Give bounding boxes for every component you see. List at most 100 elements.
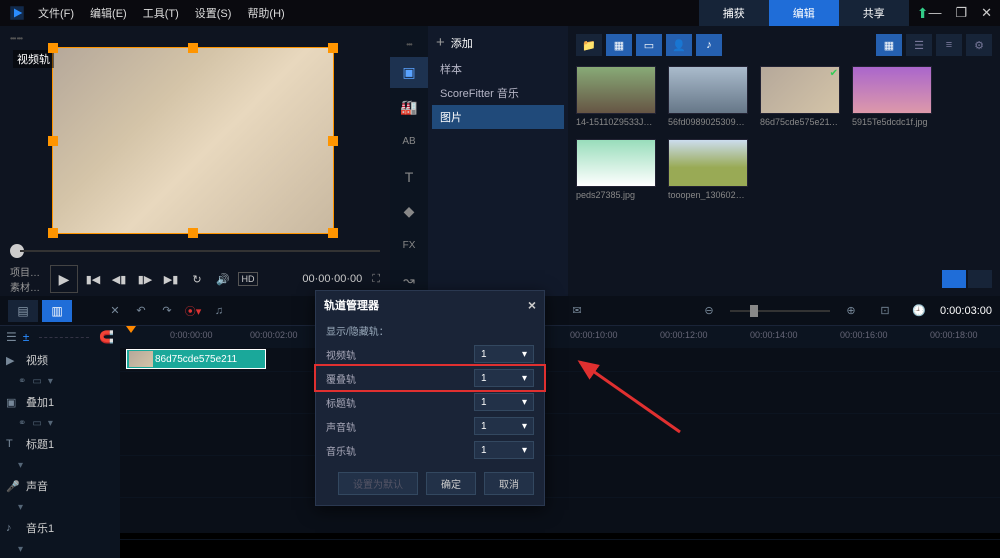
upload-icon[interactable]: ⬆: [917, 5, 929, 22]
zoom-in-icon[interactable]: ⊕: [838, 300, 864, 322]
material-label[interactable]: 素材…: [10, 279, 40, 294]
resize-handle[interactable]: [328, 228, 338, 238]
thumb-item[interactable]: 14-15110Z9533JR.jpg: [576, 66, 656, 127]
thumb-item[interactable]: ✔86d75cde575e211d5...: [760, 66, 840, 127]
tab-edit[interactable]: 编辑: [769, 0, 839, 26]
redo-icon[interactable]: ↷: [154, 300, 180, 322]
clock-icon[interactable]: 🕘: [906, 300, 932, 322]
menu-edit[interactable]: 编辑(E): [90, 5, 127, 21]
panel-toggle-left[interactable]: [942, 270, 966, 288]
track-sub[interactable]: ⚭▭▾: [0, 414, 120, 432]
view-thumb-icon[interactable]: ▦: [876, 34, 902, 56]
scrubber[interactable]: [10, 244, 380, 258]
add-label[interactable]: 添加: [451, 35, 473, 51]
next-button[interactable]: ▶▮: [160, 268, 182, 290]
lib-sample[interactable]: 样本: [432, 57, 564, 81]
filter-all-icon[interactable]: ▦: [606, 34, 632, 56]
undo-icon[interactable]: ↶: [128, 300, 154, 322]
track-overlay-header[interactable]: ▣叠加1: [0, 390, 120, 414]
row-select[interactable]: 1▾: [474, 417, 534, 435]
resize-handle[interactable]: [48, 43, 58, 53]
thumb-item[interactable]: peds27385.jpg: [576, 139, 656, 200]
lib-images[interactable]: 图片: [432, 105, 564, 129]
frame-fwd-button[interactable]: ▮▶: [134, 268, 156, 290]
track-music-lane[interactable]: [120, 516, 1000, 540]
resize-handle[interactable]: [328, 43, 338, 53]
sort-icon[interactable]: ≡: [936, 34, 962, 56]
hd-button[interactable]: HD: [238, 272, 258, 286]
zoom-knob[interactable]: [750, 305, 758, 317]
cancel-button[interactable]: 取消: [484, 472, 534, 495]
media-icon[interactable]: ▣: [390, 57, 428, 88]
tab-share[interactable]: 共享: [839, 0, 909, 26]
menu-tools[interactable]: 工具(T): [143, 5, 179, 21]
track-voice-lane[interactable]: [120, 474, 1000, 498]
track-voice-header[interactable]: 🎤声音: [0, 474, 120, 498]
options-icon[interactable]: ⚙: [966, 34, 992, 56]
volume-button[interactable]: 🔊: [212, 268, 234, 290]
time-ruler[interactable]: 0:00:00:00 00:00:02:00 00:00:04:00 00:00…: [120, 326, 1000, 348]
filter-video-icon[interactable]: ▭: [636, 34, 662, 56]
track-video-header[interactable]: ▶视频: [0, 348, 120, 372]
menu-help[interactable]: 帮助(H): [247, 5, 284, 21]
timeline-mode-icon[interactable]: ▥: [42, 300, 72, 322]
track-title-lane[interactable]: [120, 432, 1000, 456]
playhead-icon[interactable]: [126, 326, 136, 333]
fit-icon[interactable]: ⊡: [872, 300, 898, 322]
import-folder-icon[interactable]: 📁: [576, 34, 602, 56]
menu-settings[interactable]: 设置(S): [195, 5, 232, 21]
graphic-icon[interactable]: ◆: [390, 196, 428, 227]
close-button[interactable]: ✕: [981, 5, 992, 21]
track-sub[interactable]: ⚭▭▾: [0, 372, 120, 390]
restore-button[interactable]: ❐: [955, 5, 967, 21]
lib-scorefitter[interactable]: ScoreFitter 音乐: [432, 81, 564, 105]
track-sub[interactable]: ▾: [0, 540, 120, 558]
audio-mixer-icon[interactable]: ♫: [206, 300, 232, 322]
storyboard-mode-icon[interactable]: ▤: [8, 300, 38, 322]
project-label[interactable]: 项目…: [10, 264, 40, 279]
thumb-item[interactable]: tooopen_13060231.jpg: [668, 139, 748, 200]
filter-icon[interactable]: FX: [390, 231, 428, 262]
play-button[interactable]: ▶: [50, 265, 78, 293]
filter-photo-icon[interactable]: 👤: [666, 34, 692, 56]
video-clip[interactable]: 86d75cde575e211: [126, 349, 266, 369]
prev-button[interactable]: ▮◀: [82, 268, 104, 290]
resize-handle[interactable]: [48, 228, 58, 238]
row-select[interactable]: 1▾: [474, 345, 534, 363]
snap-icon[interactable]: 🧲: [99, 330, 114, 344]
view-list-icon[interactable]: ☰: [906, 34, 932, 56]
zoom-out-icon[interactable]: ⊖: [696, 300, 722, 322]
loop-button[interactable]: ↻: [186, 268, 208, 290]
ok-button[interactable]: 确定: [426, 472, 476, 495]
frame-back-button[interactable]: ◀▮: [108, 268, 130, 290]
add-track-icon[interactable]: ±: [23, 330, 30, 344]
row-select[interactable]: 1▾: [474, 393, 534, 411]
title-icon[interactable]: T: [390, 161, 428, 192]
resize-handle[interactable]: [328, 136, 338, 146]
track-title-header[interactable]: T标题1: [0, 432, 120, 456]
record-icon[interactable]: ⦿▾: [180, 300, 206, 322]
tab-capture[interactable]: 捕获: [699, 0, 769, 26]
row-select[interactable]: 1▾: [474, 369, 534, 387]
preview-viewport[interactable]: 视频轨: [52, 47, 334, 234]
zoom-slider[interactable]: [730, 310, 830, 312]
resize-handle[interactable]: [188, 228, 198, 238]
panel-toggle-right[interactable]: [968, 270, 992, 288]
track-music-header[interactable]: ♪音乐1: [0, 516, 120, 540]
resize-handle[interactable]: [48, 136, 58, 146]
tools-icon[interactable]: ✕: [102, 300, 128, 322]
set-default-button[interactable]: 设置为默认: [338, 472, 418, 495]
track-menu-icon[interactable]: ☰: [6, 330, 17, 344]
track-area[interactable]: 0:00:00:00 00:00:02:00 00:00:04:00 00:00…: [120, 326, 1000, 558]
row-select[interactable]: 1▾: [474, 441, 534, 459]
thumb-item[interactable]: 56fd09890253096996...: [668, 66, 748, 127]
thumb-item[interactable]: 5915Te5dcdc1f.jpg: [852, 66, 932, 127]
minimize-button[interactable]: —: [928, 5, 941, 21]
transition-icon[interactable]: AB: [390, 126, 428, 157]
filter-audio-icon[interactable]: ♪: [696, 34, 722, 56]
track-video-lane[interactable]: 86d75cde575e211: [120, 348, 1000, 372]
track-sub[interactable]: ▾: [0, 498, 120, 516]
add-folder-icon[interactable]: +: [436, 34, 445, 51]
track-sub[interactable]: ▾: [0, 456, 120, 474]
ripple-icon[interactable]: ✉: [564, 300, 590, 322]
